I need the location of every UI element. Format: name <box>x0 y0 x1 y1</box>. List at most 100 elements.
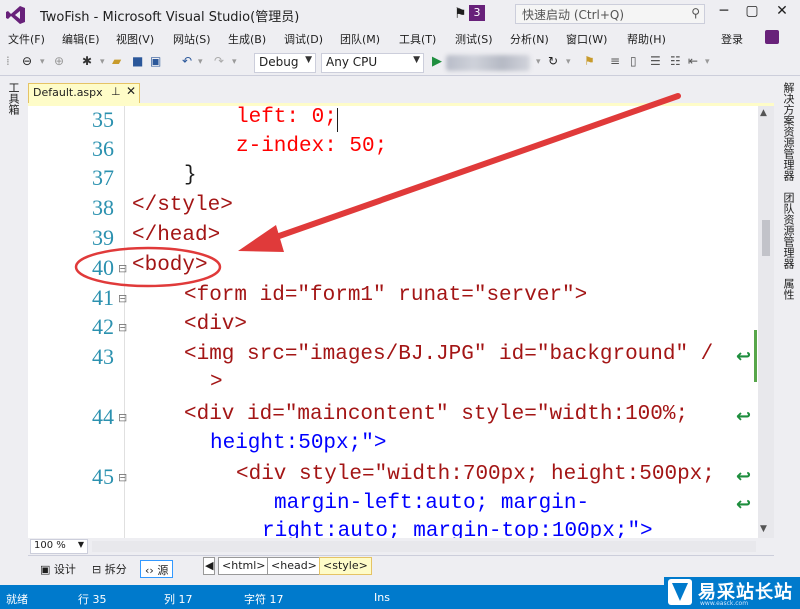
line-number: 39 <box>92 225 114 250</box>
zoom-value: 100 % <box>34 540 66 551</box>
pin-icon[interactable]: ⊥ <box>111 85 121 98</box>
breadcrumb-html[interactable]: <html> <box>218 557 270 575</box>
menu-edit[interactable]: 编辑(E) <box>62 31 100 47</box>
toolbar-options-icon[interactable]: ▾ <box>705 57 710 67</box>
notification-count: 3 <box>469 5 485 21</box>
refresh-dropdown-icon[interactable]: ▾ <box>566 57 571 67</box>
code-line: z-index: 50; <box>236 135 388 158</box>
notifications-button[interactable]: ⚑ 3 <box>454 4 488 22</box>
redo-icon[interactable]: ↷ <box>214 54 224 68</box>
scroll-up-icon[interactable]: ▲ <box>760 108 767 118</box>
breadcrumb-head[interactable]: <head> <box>267 557 321 575</box>
line-number: 40 <box>92 255 114 280</box>
vertical-scrollbar[interactable] <box>758 106 774 538</box>
menu-view[interactable]: 视图(V) <box>116 31 154 47</box>
change-indicator <box>754 330 757 382</box>
line-number: 36 <box>92 136 114 161</box>
account-icon[interactable] <box>765 30 779 44</box>
document-tab[interactable]: Default.aspx ⊥ ✕ <box>28 83 140 103</box>
menu-window[interactable]: 窗口(W) <box>566 31 607 47</box>
menu-analyze[interactable]: 分析(N) <box>510 31 549 47</box>
menu-team[interactable]: 团队(M) <box>340 31 380 47</box>
quick-launch-input[interactable]: 快速启动 (Ctrl+Q) ⚲ <box>515 4 705 24</box>
collapse-icon[interactable]: ⊟ <box>118 471 127 484</box>
collapse-icon[interactable]: ⊟ <box>118 262 127 275</box>
save-all-icon[interactable]: ▣ <box>150 54 161 68</box>
line-number: 45 <box>92 464 114 489</box>
restore-button[interactable]: ▢ <box>740 3 764 23</box>
line-number: 37 <box>92 165 114 190</box>
new-project-icon[interactable]: ✱ <box>82 54 92 68</box>
properties-tab[interactable]: 属性 <box>782 278 795 300</box>
save-icon[interactable]: ■ <box>132 54 143 68</box>
tab-close-icon[interactable]: ✕ <box>126 84 136 98</box>
collapse-icon[interactable]: ⊟ <box>118 321 127 334</box>
horizontal-scrollbar[interactable] <box>92 541 756 552</box>
design-icon: ▣ <box>40 563 51 576</box>
breadcrumb-back-icon[interactable]: ◀ <box>203 557 215 575</box>
menu-build[interactable]: 生成(B) <box>228 31 266 47</box>
collapse-icon[interactable]: ⊟ <box>118 411 127 424</box>
code-line-wrapped: height:50px;"> <box>210 432 387 455</box>
design-view-button[interactable]: ▣ 设计 <box>36 560 80 578</box>
code-line-wrapped: > <box>210 371 223 394</box>
find-in-files-icon[interactable]: ⚑ <box>584 54 595 68</box>
forward-icon[interactable]: ⊕ <box>54 54 64 68</box>
source-view-button[interactable]: ‹› 源 <box>140 560 174 578</box>
undo-icon[interactable]: ↶ <box>182 54 192 68</box>
menu-file[interactable]: 文件(F) <box>8 31 45 47</box>
format-icon[interactable]: ≡ <box>610 54 620 68</box>
menu-bar: 文件(F) 编辑(E) 视图(V) 网站(S) 生成(B) 调试(D) 团队(M… <box>0 28 800 50</box>
collapse-icon[interactable]: ⊟ <box>118 292 127 305</box>
code-line: <img src="images/BJ.JPG" id="background"… <box>184 343 714 366</box>
scrollbar-thumb[interactable] <box>762 220 770 256</box>
back-dropdown-icon[interactable]: ▾ <box>40 57 45 67</box>
status-char: 字符 17 <box>244 593 284 606</box>
breadcrumb-style[interactable]: <style> <box>319 557 372 575</box>
line-number: 41 <box>92 285 114 310</box>
open-file-icon[interactable]: ▰ <box>112 54 121 68</box>
search-icon: ⚲ <box>691 6 700 20</box>
status-row: 行 35 <box>78 593 107 606</box>
chevron-down-icon: ▼ <box>77 540 84 549</box>
close-button[interactable]: ✕ <box>770 3 794 23</box>
configuration-select[interactable]: Debug ▼ <box>254 53 316 73</box>
minimize-button[interactable]: ─ <box>712 3 736 23</box>
menu-debug[interactable]: 调试(D) <box>284 31 323 47</box>
browser-target-button[interactable] <box>446 55 530 71</box>
sign-in-link[interactable]: 登录 <box>721 31 743 47</box>
zoom-select[interactable]: 100 % ▼ <box>30 539 88 554</box>
word-wrap-icon: ↩ <box>736 346 752 367</box>
undo-dropdown-icon[interactable]: ▾ <box>198 57 203 67</box>
code-line: </head> <box>132 224 221 247</box>
redo-dropdown-icon[interactable]: ▾ <box>232 57 237 67</box>
outdent-icon[interactable]: ⇤ <box>688 54 698 68</box>
document-icon[interactable]: ▯ <box>630 54 637 68</box>
split-label: 拆分 <box>104 563 127 576</box>
start-debugging-icon[interactable]: ▶ <box>432 54 442 69</box>
code-line: left: 0; <box>236 106 337 129</box>
scroll-down-icon[interactable]: ▼ <box>760 524 767 534</box>
line-number: 44 <box>92 404 114 429</box>
new-dropdown-icon[interactable]: ▾ <box>100 57 105 67</box>
menu-test[interactable]: 测试(S) <box>455 31 493 47</box>
line-number: 38 <box>92 195 114 220</box>
menu-help[interactable]: 帮助(H) <box>627 31 666 47</box>
configuration-value: Debug <box>259 55 299 69</box>
browser-dropdown-icon[interactable]: ▾ <box>536 57 541 67</box>
menu-website[interactable]: 网站(S) <box>173 31 211 47</box>
refresh-icon[interactable]: ↻ <box>548 54 558 68</box>
code-editor[interactable]: 35 left: 0; 36 z-index: 50; 37 } 38 </st… <box>28 106 758 538</box>
back-icon[interactable]: ⊖ <box>22 54 32 68</box>
text-cursor <box>337 108 338 132</box>
uncomment-icon[interactable]: ☷ <box>670 54 681 68</box>
split-view-button[interactable]: ⊟ 拆分 <box>88 560 131 578</box>
menu-tools[interactable]: 工具(T) <box>399 31 436 47</box>
tab-label: Default.aspx <box>33 86 103 99</box>
comment-icon[interactable]: ☰ <box>650 54 661 68</box>
platform-select[interactable]: Any CPU ▼ <box>321 53 424 73</box>
solution-explorer-tab[interactable]: 解决方案资源管理器 <box>782 82 795 181</box>
left-dock <box>0 77 24 585</box>
toolbox-tab[interactable]: 工具箱 <box>7 82 20 115</box>
team-explorer-tab[interactable]: 团队资源管理器 <box>782 192 795 269</box>
